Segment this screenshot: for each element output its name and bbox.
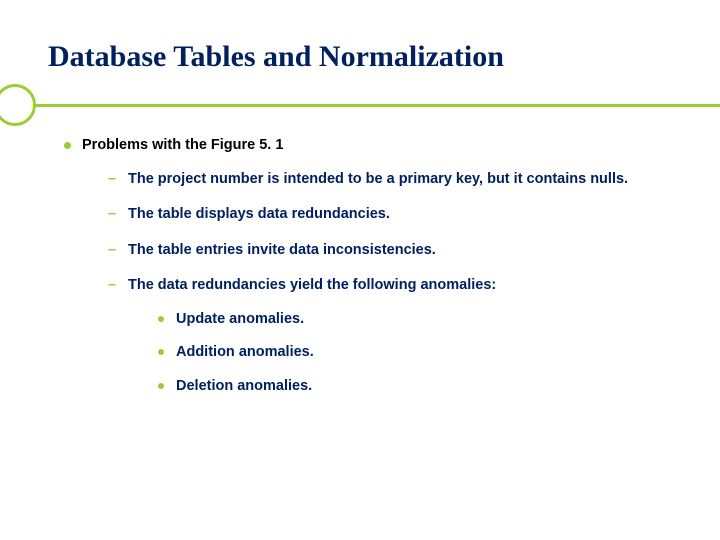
list-item: Problems with the Figure 5. 1 The projec…	[60, 136, 672, 397]
list-item: The project number is intended to be a p…	[108, 170, 672, 190]
slide-content: Problems with the Figure 5. 1 The projec…	[48, 136, 672, 397]
bullet-text: Deletion anomalies.	[176, 378, 312, 394]
bullet-list-l2: The project number is intended to be a p…	[82, 170, 672, 397]
bullet-list-l1: Problems with the Figure 5. 1 The projec…	[60, 136, 672, 397]
list-item: Addition anomalies.	[156, 343, 672, 363]
bullet-text: The data redundancies yield the followin…	[128, 277, 496, 293]
bullet-text: Update anomalies.	[176, 311, 304, 327]
bullet-text: The table entries invite data inconsiste…	[128, 242, 436, 258]
decorative-bar	[36, 104, 720, 107]
bullet-text: Addition anomalies.	[176, 344, 314, 360]
list-item: The table entries invite data inconsiste…	[108, 241, 672, 261]
list-item: The table displays data redundancies.	[108, 205, 672, 225]
bullet-text: The project number is intended to be a p…	[128, 171, 628, 187]
list-item: The data redundancies yield the followin…	[108, 276, 672, 396]
decorative-circle	[0, 84, 36, 126]
list-item: Update anomalies.	[156, 310, 672, 330]
list-item: Deletion anomalies.	[156, 377, 672, 397]
bullet-list-l3: Update anomalies. Addition anomalies. De…	[128, 310, 672, 397]
slide: Database Tables and Normalization Proble…	[0, 0, 720, 540]
title-underline	[48, 86, 672, 114]
slide-title: Database Tables and Normalization	[48, 40, 672, 74]
bullet-text: Problems with the Figure 5. 1	[82, 137, 283, 153]
bullet-text: The table displays data redundancies.	[128, 206, 390, 222]
